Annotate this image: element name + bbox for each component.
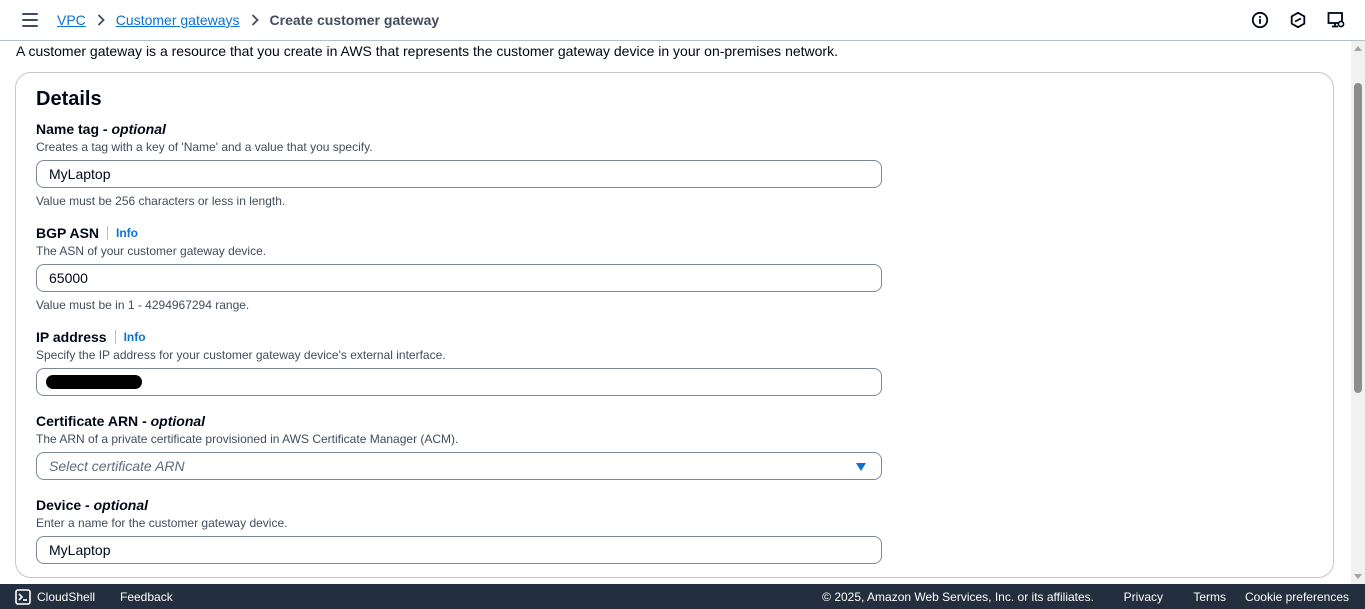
menu-icon[interactable]: [22, 13, 38, 27]
optional-marker: - optional: [102, 121, 166, 137]
breadcrumb-customer-gateways[interactable]: Customer gateways: [116, 12, 240, 28]
scrollbar-thumb[interactable]: [1354, 83, 1362, 393]
chevron-right-icon: [251, 14, 259, 26]
name-tag-description: Creates a tag with a key of 'Name' and a…: [36, 140, 373, 154]
scroll-up-arrow-icon[interactable]: [1354, 46, 1362, 51]
optional-marker: - optional: [142, 413, 206, 429]
ip-address-label: IP address: [36, 329, 107, 345]
certificate-arn-label: Certificate ARN: [36, 413, 139, 429]
name-tag-field: Name tag - optional Creates a tag with a…: [36, 121, 882, 208]
bgp-asn-label: BGP ASN: [36, 225, 100, 241]
divider: [114, 330, 116, 344]
ip-address-description: Specify the IP address for your customer…: [36, 348, 446, 362]
breadcrumb: VPC Customer gateways Create customer ga…: [57, 11, 439, 29]
top-navigation-bar: VPC Customer gateways Create customer ga…: [0, 0, 1365, 41]
caret-down-icon: [856, 463, 866, 471]
device-input[interactable]: MyLaptop: [36, 536, 882, 564]
device-field: Device - optional Enter a name for the c…: [36, 497, 882, 564]
details-heading: Details: [36, 88, 102, 110]
notifications-icon[interactable]: [1289, 11, 1307, 29]
footer-bar: CloudShell Feedback © 2025, Amazon Web S…: [0, 584, 1365, 609]
page-description: A customer gateway is a resource that yo…: [16, 43, 838, 59]
device-description: Enter a name for the customer gateway de…: [36, 516, 288, 530]
info-icon[interactable]: [1251, 11, 1269, 29]
name-tag-constraint: Value must be 256 characters or less in …: [36, 194, 286, 208]
name-tag-value: MyLaptop: [49, 166, 111, 182]
bgp-asn-input[interactable]: 65000: [36, 264, 882, 292]
display-settings-icon[interactable]: [1327, 11, 1345, 29]
terms-link[interactable]: Terms: [1193, 590, 1226, 604]
device-value: MyLaptop: [49, 542, 111, 558]
divider: [107, 226, 109, 240]
breadcrumb-vpc[interactable]: VPC: [57, 12, 86, 28]
name-tag-label: Name tag: [36, 121, 100, 137]
breadcrumb-current-page: Create customer gateway: [269, 12, 440, 28]
ip-address-input[interactable]: [36, 368, 882, 396]
certificate-arn-field: Certificate ARN - optional The ARN of a …: [36, 413, 882, 480]
cookie-preferences-link[interactable]: Cookie preferences: [1245, 590, 1349, 604]
ip-address-field: IP address Info Specify the IP address f…: [36, 329, 882, 396]
bgp-asn-value: 65000: [49, 270, 88, 286]
copyright-text: © 2025, Amazon Web Services, Inc. or its…: [822, 589, 1094, 604]
privacy-link[interactable]: Privacy: [1124, 590, 1163, 604]
cloudshell-label: CloudShell: [37, 589, 96, 604]
bgp-asn-field: BGP ASN Info The ASN of your customer ga…: [36, 225, 882, 312]
cloudshell-icon: [15, 588, 31, 605]
vertical-scrollbar[interactable]: [1351, 41, 1365, 584]
certificate-arn-placeholder: Select certificate ARN: [49, 458, 185, 474]
cloudshell-button[interactable]: CloudShell: [15, 588, 96, 605]
name-tag-input[interactable]: MyLaptop: [36, 160, 882, 188]
scroll-down-arrow-icon[interactable]: [1354, 574, 1362, 579]
bgp-asn-constraint: Value must be in 1 - 4294967294 range.: [36, 298, 250, 312]
bgp-asn-description: The ASN of your customer gateway device.: [36, 244, 267, 258]
device-label: Device: [36, 497, 82, 513]
optional-marker: - optional: [85, 497, 149, 513]
details-container: Details Name tag - optional Creates a ta…: [15, 72, 1334, 578]
bgp-asn-info-link[interactable]: Info: [116, 226, 138, 240]
certificate-arn-select[interactable]: Select certificate ARN: [36, 452, 882, 480]
certificate-arn-description: The ARN of a private certificate provisi…: [36, 432, 459, 446]
chevron-right-icon: [97, 14, 105, 26]
ip-address-info-link[interactable]: Info: [124, 330, 146, 344]
redacted-value: [46, 375, 142, 389]
feedback-link[interactable]: Feedback: [120, 590, 173, 604]
